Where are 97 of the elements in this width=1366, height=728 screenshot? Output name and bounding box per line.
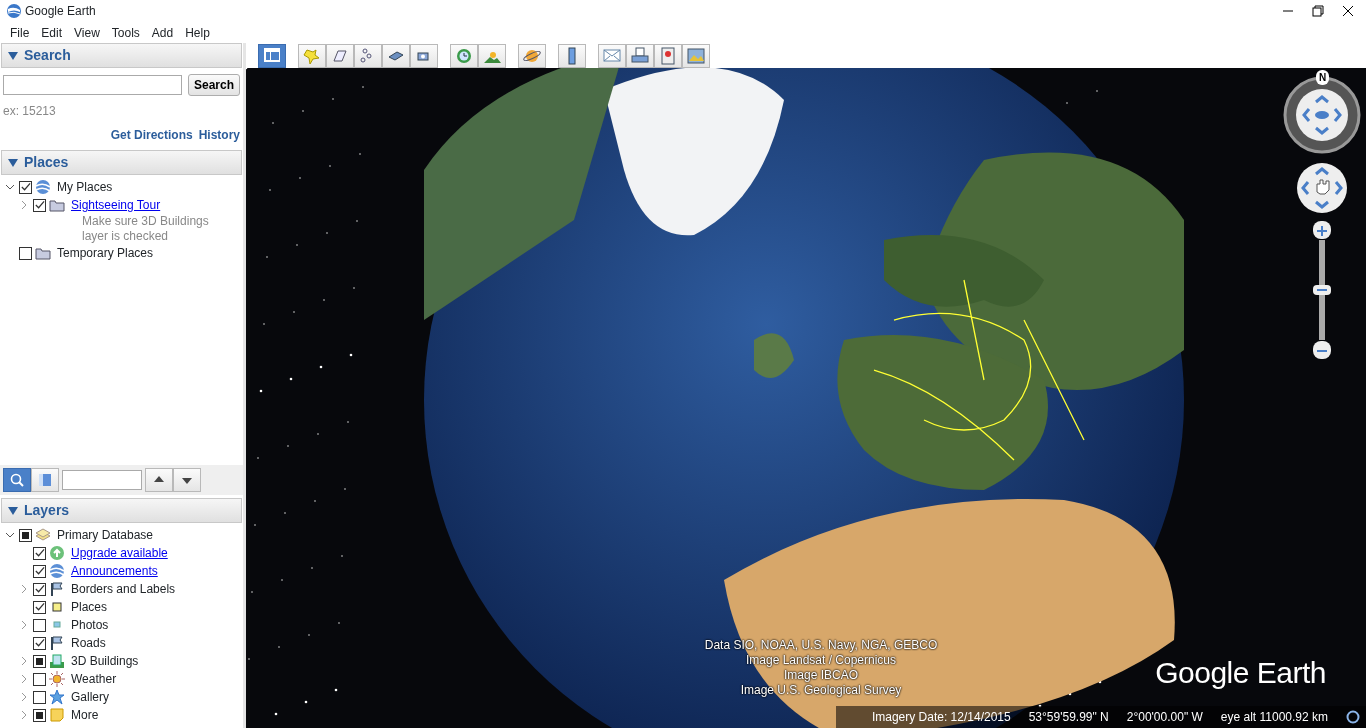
- move-up-button[interactable]: [145, 468, 173, 492]
- checkbox[interactable]: [19, 246, 32, 260]
- filter-field[interactable]: [62, 470, 142, 490]
- attribution-text: Image IBCAO: [783, 668, 859, 683]
- attribution-text: Image U.S. Geological Survey: [739, 683, 903, 698]
- printer-icon: [631, 46, 649, 65]
- toolbar-button[interactable]: [558, 43, 586, 68]
- toolbar-button[interactable]: [450, 43, 478, 68]
- globe-icon: [35, 179, 51, 195]
- app-logo-icon: [6, 3, 22, 19]
- menu-item[interactable]: View: [68, 21, 106, 44]
- tree-item-label: Gallery: [71, 689, 109, 706]
- menu-item[interactable]: Tools: [105, 21, 146, 44]
- sun-icon: [49, 671, 65, 687]
- picture-icon: [687, 46, 705, 65]
- latitude: 53°59'59.99" N: [1028, 709, 1109, 726]
- folder-icon: [49, 197, 65, 213]
- checkbox[interactable]: [19, 180, 32, 194]
- search-field[interactable]: [3, 75, 182, 95]
- tree-item-label: My Places: [57, 179, 113, 196]
- folder-icon: [35, 245, 51, 261]
- map-icon: [659, 46, 677, 65]
- panel-header[interactable]: Layers: [1, 498, 242, 523]
- tree-item-label: Borders and Labels: [71, 581, 176, 598]
- layers-icon: [35, 527, 51, 543]
- menu-item[interactable]: Add: [145, 21, 180, 44]
- flag-icon: [49, 581, 65, 597]
- toolbar-button[interactable]: [682, 43, 710, 68]
- envelope-icon: [603, 46, 621, 65]
- checkbox[interactable]: [33, 636, 46, 650]
- building-icon: [49, 653, 65, 669]
- checkbox[interactable]: [33, 582, 46, 596]
- hint-text: ex: 15213: [2, 103, 57, 120]
- restore-icon[interactable]: [1312, 5, 1324, 17]
- close-icon[interactable]: [1342, 5, 1354, 17]
- zoom-in-icon[interactable]: [1312, 220, 1332, 240]
- panel-toggle-button[interactable]: [31, 468, 59, 492]
- panel-link[interactable]: Get Directions: [110, 126, 193, 144]
- tree-item-label: 3D Buildings: [71, 653, 139, 670]
- panel-header[interactable]: Places: [1, 150, 242, 175]
- toolbar-button[interactable]: [410, 43, 438, 68]
- logo-text: Google Earth: [1155, 655, 1326, 691]
- tree-item-label: Roads: [71, 635, 106, 652]
- tree-item-label: Photos: [71, 617, 109, 634]
- menu-item[interactable]: File: [4, 21, 36, 44]
- item-link[interactable]: Sightseeing Tour: [71, 196, 161, 214]
- checkbox[interactable]: [33, 618, 46, 632]
- move-control-icon[interactable]: [1296, 162, 1348, 214]
- item-link[interactable]: Announcements: [71, 562, 158, 580]
- tree-item-label: Places: [71, 599, 108, 616]
- tree-item-label: Weather: [71, 671, 117, 688]
- search-icon: [9, 472, 25, 488]
- imagery-date: Imagery Date: 12/14/2015: [871, 709, 1011, 726]
- panel-title: Layers: [24, 501, 70, 520]
- menu-item[interactable]: Help: [179, 21, 216, 44]
- toolbar-button[interactable]: [354, 43, 382, 68]
- checkbox[interactable]: [33, 198, 46, 212]
- clock-icon: [455, 46, 473, 65]
- tree-item-label: Primary Database: [57, 527, 154, 544]
- square-icon: [49, 599, 65, 615]
- panel-icon: [38, 473, 52, 487]
- move-down-button[interactable]: [173, 468, 201, 492]
- pushpin-icon: [303, 46, 321, 65]
- panel-title: Places: [24, 153, 69, 172]
- tree-item-label: More: [71, 707, 99, 724]
- loading-ring-icon: [1346, 710, 1360, 724]
- star-icon: [49, 689, 65, 705]
- sidebar-icon: [263, 46, 281, 65]
- toolbar-button[interactable]: [382, 43, 410, 68]
- checkbox[interactable]: [33, 690, 46, 704]
- panel-title: Search: [24, 46, 71, 65]
- globe-icon: [49, 563, 65, 579]
- toolbar-button[interactable]: [478, 43, 506, 68]
- panel-link[interactable]: History: [198, 126, 240, 144]
- panel-header[interactable]: Search: [1, 43, 242, 68]
- checkbox[interactable]: [33, 600, 46, 614]
- toolbar-button[interactable]: [518, 43, 546, 68]
- note-icon: [49, 707, 65, 723]
- checkbox[interactable]: [33, 546, 46, 560]
- tree-item-label: Temporary Places: [57, 245, 154, 262]
- window-title: Google Earth: [25, 3, 96, 20]
- zoom-out-icon[interactable]: [1312, 340, 1332, 360]
- menu-item[interactable]: Edit: [35, 21, 69, 44]
- item-link[interactable]: Upgrade available: [71, 544, 168, 562]
- toolbar-button[interactable]: [654, 43, 682, 68]
- checkbox[interactable]: [33, 672, 46, 686]
- search-button[interactable]: [3, 468, 31, 492]
- flag-icon: [49, 635, 65, 651]
- search-button[interactable]: Search: [187, 74, 240, 96]
- toolbar-button[interactable]: [326, 43, 354, 68]
- zoom-slider-thumb[interactable]: [1312, 284, 1332, 296]
- longitude: 2°00'00.00" W: [1126, 709, 1203, 726]
- checkbox[interactable]: [33, 564, 46, 578]
- toolbar-button[interactable]: [258, 43, 286, 68]
- toolbar-button[interactable]: [626, 43, 654, 68]
- eye-altitude: eye alt 11000.92 km: [1220, 709, 1328, 726]
- item-description: Make sure 3D Buildings layer is checked: [82, 214, 210, 244]
